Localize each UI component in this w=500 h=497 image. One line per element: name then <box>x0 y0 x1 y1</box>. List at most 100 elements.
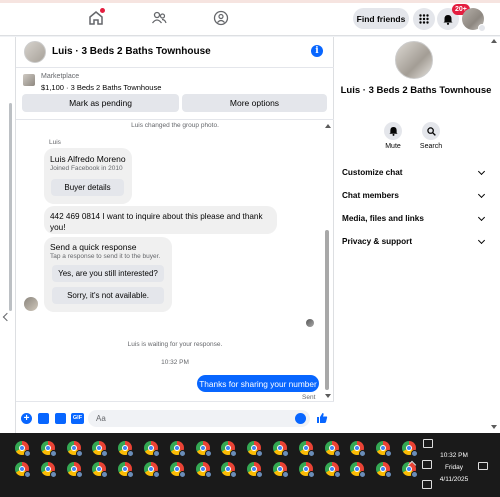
chrome-profile-icon[interactable] <box>169 441 186 457</box>
chrome-profile-icon[interactable] <box>298 441 315 457</box>
chrome-profile-icon[interactable] <box>92 441 109 457</box>
chrome-profile-icon[interactable] <box>324 441 341 457</box>
groups-icon[interactable] <box>213 10 229 26</box>
profile-badge-icon <box>307 471 315 478</box>
profile-badge-icon <box>75 471 83 478</box>
info-icon[interactable]: i <box>311 45 323 57</box>
taskbar-clock[interactable]: 10:32 PM Friday 4/11/2025 <box>434 450 474 486</box>
chrome-profile-icon[interactable] <box>195 462 212 478</box>
sender-avatar[interactable] <box>24 297 38 311</box>
chrome-profile-icon[interactable] <box>221 441 238 457</box>
chrome-profile-icon[interactable] <box>376 441 393 457</box>
clock-day: Friday <box>444 464 464 471</box>
profile-badge-icon <box>127 450 135 457</box>
chrome-profile-icon[interactable] <box>118 441 135 457</box>
find-friends-button[interactable]: Find friends <box>353 8 409 29</box>
profile-badge-icon <box>333 450 341 457</box>
section-media-files-links[interactable]: Media, files and links <box>342 212 486 226</box>
profile-badge-icon <box>178 450 186 457</box>
bell-icon <box>384 122 402 140</box>
profile-badge-icon <box>49 471 57 478</box>
photo-icon[interactable] <box>38 413 49 424</box>
chrome-profile-icon[interactable] <box>40 441 57 457</box>
chrome-profile-icon[interactable] <box>273 462 289 478</box>
chrome-profile-icon[interactable] <box>15 441 31 457</box>
chrome-profile-icon[interactable] <box>247 462 264 478</box>
listing-summary[interactable]: $1,100 · 3 Beds 2 Baths Townhouse <box>41 83 161 92</box>
quick-reply-not-available[interactable]: Sorry, it's not available. <box>52 287 164 304</box>
mute-label: Mute <box>385 143 401 150</box>
chrome-profile-icon[interactable] <box>92 462 109 478</box>
profile-badge-icon <box>359 450 367 457</box>
chrome-profile-icon[interactable] <box>195 441 212 457</box>
chrome-profile-icon[interactable] <box>324 462 341 478</box>
quick-reply-still-interested[interactable]: Yes, are you still interested? <box>52 265 164 282</box>
profile-badge-icon <box>127 471 135 478</box>
sent-status: Sent <box>302 394 316 401</box>
scroll-down-arrow-icon[interactable] <box>325 394 331 398</box>
chrome-profile-icon[interactable] <box>273 441 289 457</box>
menu-icon[interactable] <box>413 8 435 30</box>
left-scrollbar[interactable] <box>9 103 12 311</box>
scroll-down-arrow-icon[interactable] <box>491 425 497 429</box>
chrome-profile-icon[interactable] <box>66 441 83 457</box>
more-options-button[interactable]: More options <box>182 94 327 112</box>
chrome-profile-icon[interactable] <box>247 441 264 457</box>
notification-center-icon[interactable] <box>478 462 488 470</box>
chrome-profile-icon[interactable] <box>350 462 367 478</box>
message-input[interactable]: Aa <box>88 410 310 427</box>
section-label: Chat members <box>342 191 399 200</box>
gif-icon[interactable]: GIF <box>71 413 84 424</box>
search-button[interactable]: Search <box>411 122 451 150</box>
battery-icon[interactable] <box>422 460 432 469</box>
clock-date: 4/11/2025 <box>439 476 469 483</box>
chrome-profile-icon[interactable] <box>15 462 31 478</box>
mute-button[interactable]: Mute <box>373 122 413 150</box>
chat-avatar[interactable] <box>24 41 46 63</box>
profile-badge-icon <box>256 471 264 478</box>
profile-badge-icon <box>411 450 418 457</box>
section-privacy-support[interactable]: Privacy & support <box>342 235 486 249</box>
volume-icon[interactable] <box>422 480 432 489</box>
chrome-profile-icon[interactable] <box>66 462 83 478</box>
chrome-profile-icon[interactable] <box>298 462 315 478</box>
account-chevron-icon[interactable] <box>478 24 486 32</box>
thread-scroll-thumb[interactable] <box>325 230 329 390</box>
profile-badge-icon <box>230 471 238 478</box>
chrome-profile-icon[interactable] <box>169 462 186 478</box>
details-scrollbar[interactable] <box>491 37 497 433</box>
search-icon <box>422 122 440 140</box>
quick-response-subtitle: Tap a response to send it to the buyer. <box>50 253 161 260</box>
emoji-icon[interactable] <box>295 413 306 424</box>
chrome-profile-icon[interactable] <box>144 462 160 478</box>
message-timestamp: 10:32 PM <box>161 359 189 366</box>
friends-icon[interactable] <box>151 10 167 26</box>
chrome-profile-icon[interactable] <box>118 462 135 478</box>
message-thread: Luis changed the group photo. Luis Luis … <box>16 119 334 401</box>
buyer-profile-card: Luis Alfredo Moreno Joined Facebook in 2… <box>44 148 132 204</box>
chrome-profile-icon[interactable] <box>144 441 160 457</box>
plus-icon[interactable]: + <box>21 413 32 424</box>
profile-badge-icon <box>204 471 212 478</box>
section-customize-chat[interactable]: Customize chat <box>342 166 486 180</box>
chrome-profile-icon[interactable] <box>350 441 367 457</box>
chrome-profile-icon[interactable] <box>221 462 238 478</box>
chrome-profile-icon[interactable] <box>40 462 57 478</box>
sticker-icon[interactable] <box>55 413 66 424</box>
profile-badge-icon <box>24 471 31 478</box>
listing-thumbnail[interactable] <box>23 74 35 86</box>
section-chat-members[interactable]: Chat members <box>342 189 486 203</box>
thread-scrollbar[interactable] <box>325 124 331 398</box>
chevron-left-icon[interactable] <box>2 312 12 322</box>
chrome-profile-icon[interactable] <box>376 462 393 478</box>
conversation-avatar[interactable] <box>395 41 433 79</box>
scroll-up-arrow-icon[interactable] <box>491 39 497 43</box>
network-icon[interactable] <box>423 439 433 448</box>
mark-as-pending-button[interactable]: Mark as pending <box>22 94 179 112</box>
section-label: Media, files and links <box>342 214 424 223</box>
chat-title[interactable]: Luis · 3 Beds 2 Baths Townhouse <box>52 46 211 57</box>
home-icon[interactable] <box>88 8 105 26</box>
thumbs-up-icon[interactable] <box>316 412 328 424</box>
buyer-details-button[interactable]: Buyer details <box>51 179 124 196</box>
chrome-profile-icon[interactable] <box>402 441 418 457</box>
